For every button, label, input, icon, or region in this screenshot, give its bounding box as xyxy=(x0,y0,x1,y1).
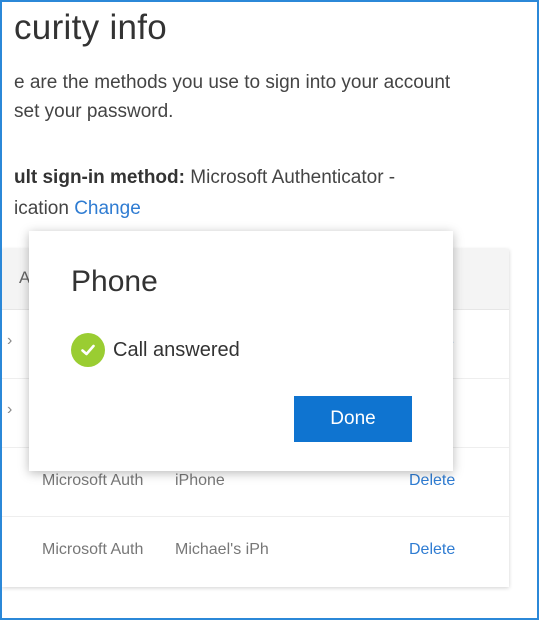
delete-link[interactable]: Delete xyxy=(409,472,455,490)
default-sign-in-method: ult sign-in method: Microsoft Authentica… xyxy=(14,162,514,224)
description-line-2: set your password. xyxy=(14,101,174,122)
done-button[interactable]: Done xyxy=(294,396,412,442)
method-detail: Michael's iPh xyxy=(175,541,269,558)
status-text: Call answered xyxy=(113,338,240,361)
method-detail: iPhone xyxy=(175,472,225,489)
method-row: Microsoft Auth Michael's iPh Delete xyxy=(2,517,509,585)
method-type: Microsoft Auth xyxy=(42,541,144,558)
chevron-right-icon: › xyxy=(7,332,13,349)
page-title: curity info xyxy=(14,8,168,47)
chevron-right-icon: › xyxy=(7,401,13,418)
security-info-page: curity info e are the methods you use to… xyxy=(2,2,537,618)
page-description: e are the methods you use to sign into y… xyxy=(14,68,514,126)
description-line-1: e are the methods you use to sign into y… xyxy=(14,72,451,93)
check-circle-icon xyxy=(71,333,105,367)
call-status: Call answered xyxy=(71,333,240,367)
browser-frame: curity info e are the methods you use to… xyxy=(0,0,539,620)
default-method-label: ult sign-in method: xyxy=(14,167,185,188)
method-type: Microsoft Auth xyxy=(42,472,144,489)
dialog-title: Phone xyxy=(71,265,158,298)
delete-link[interactable]: Delete xyxy=(409,541,455,559)
default-method-value-cont: ication xyxy=(14,198,69,219)
change-default-method-link[interactable]: Change xyxy=(74,198,141,219)
default-method-value: Microsoft Authenticator - xyxy=(190,167,396,188)
phone-dialog: Phone Call answered Done xyxy=(29,231,453,471)
